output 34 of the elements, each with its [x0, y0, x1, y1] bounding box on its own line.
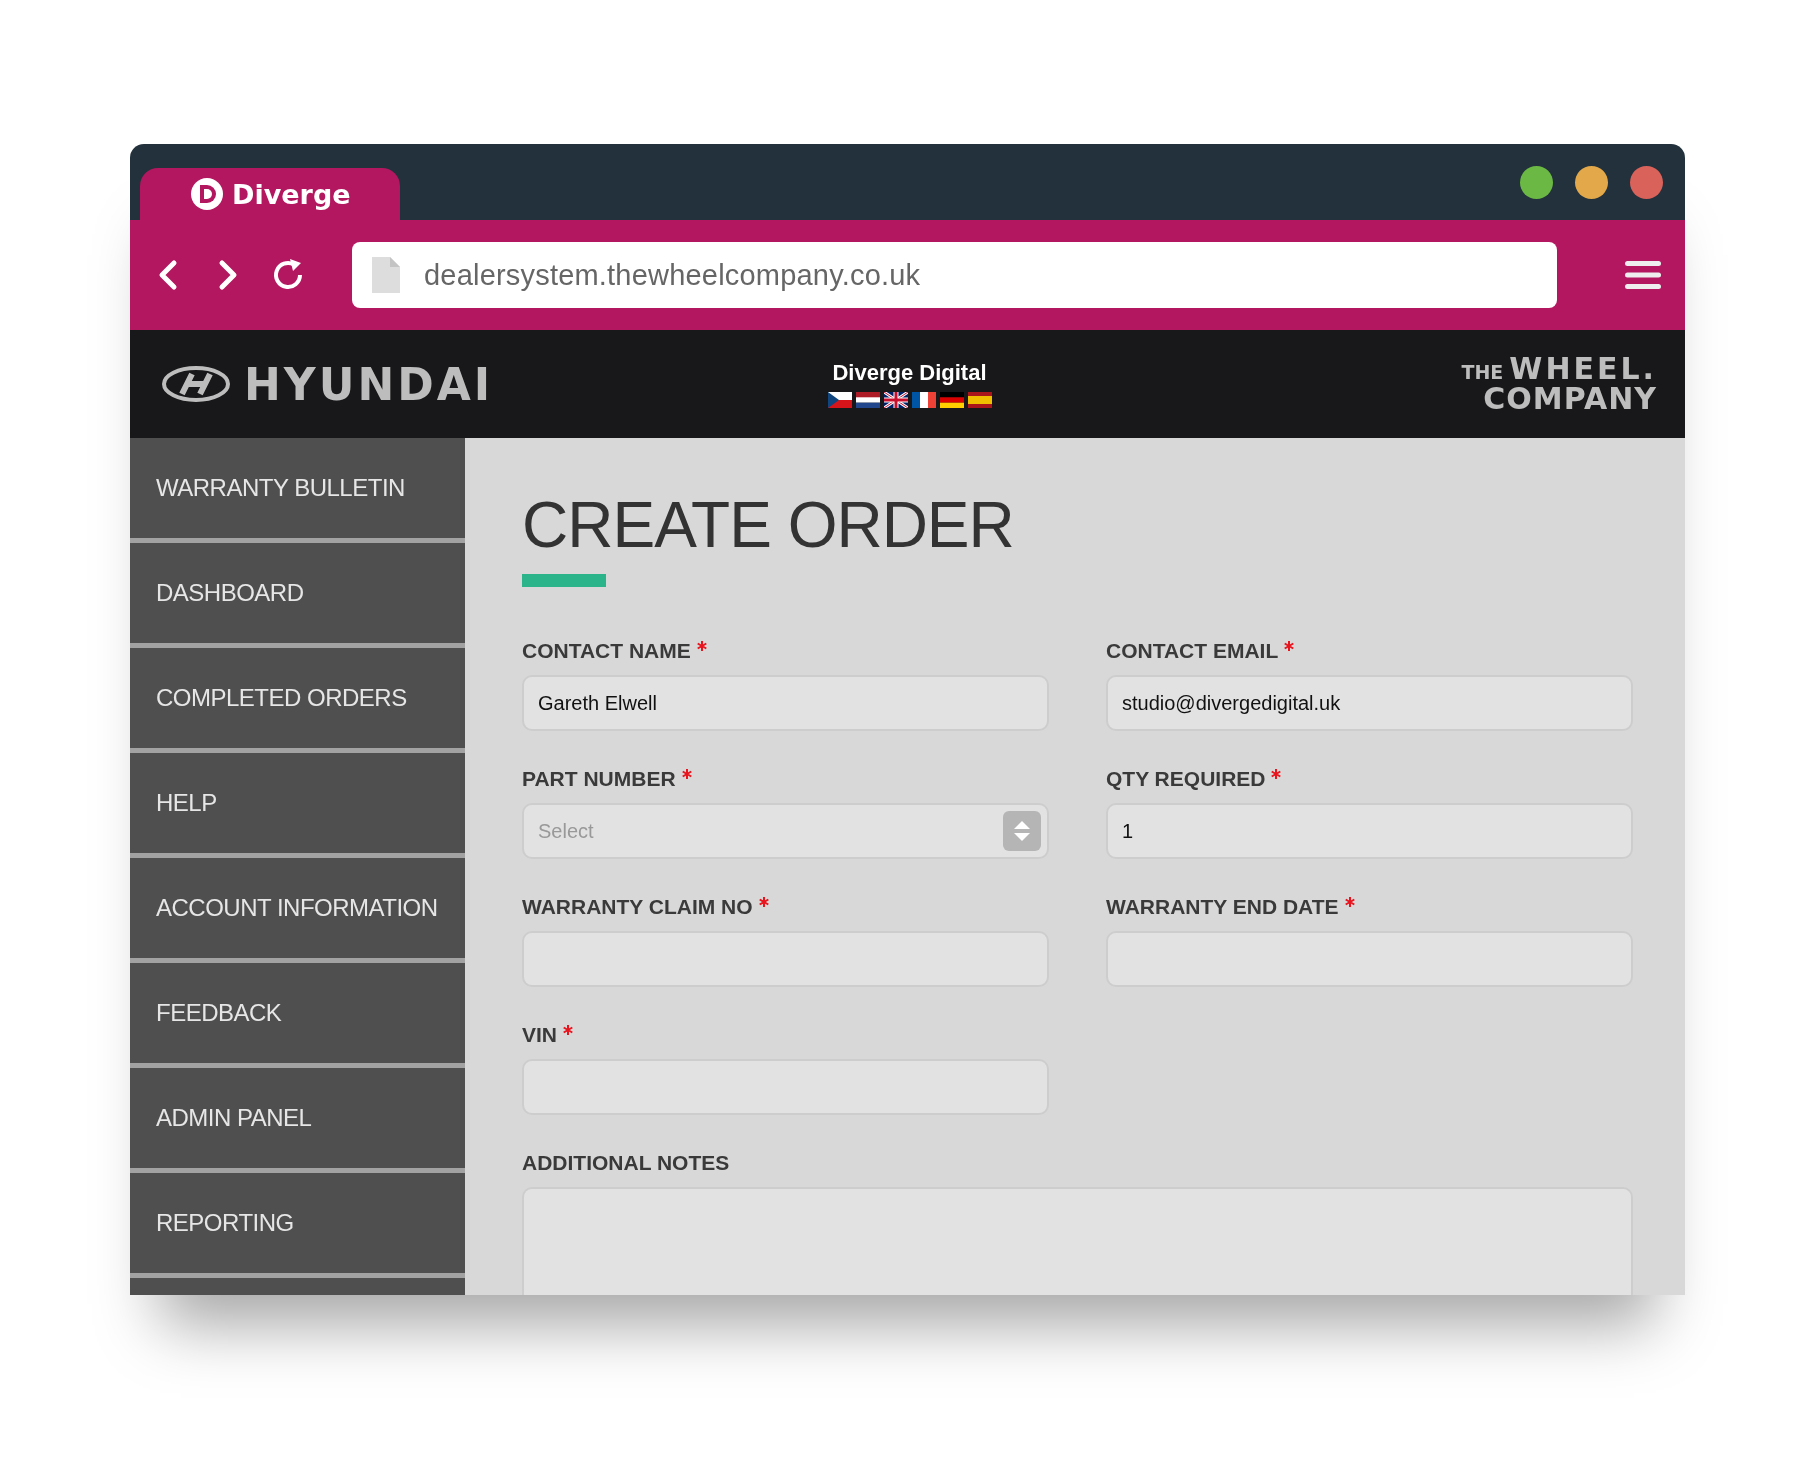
- input-field[interactable]: 1: [1106, 803, 1633, 860]
- logo-text: COMPANY: [1483, 384, 1657, 414]
- field-label: CONTACT NAME: [522, 639, 691, 664]
- address-bar[interactable]: dealersystem.thewheelcompany.co.uk: [352, 242, 1557, 308]
- flag-icon[interactable]: [883, 392, 908, 408]
- logo-text: THE: [1461, 363, 1504, 382]
- url-text: dealersystem.thewheelcompany.co.uk: [424, 258, 921, 292]
- logo-text: WHEEL.: [1509, 354, 1657, 384]
- flag-icon[interactable]: [939, 392, 964, 408]
- window-control-button[interactable]: [1575, 166, 1608, 199]
- flag-icon[interactable]: [827, 392, 852, 408]
- field-label: WARRANTY CLAIM NO: [522, 895, 753, 920]
- field-label: PART NUMBER: [522, 767, 676, 792]
- car-brand-emblem-icon: [162, 366, 230, 402]
- input-field[interactable]: Gareth Elwell: [522, 675, 1049, 732]
- site-title: Diverge Digital: [832, 360, 987, 386]
- menu-icon[interactable]: [1625, 259, 1661, 291]
- browser-tab[interactable]: Diverge: [140, 168, 400, 220]
- page-title: CREATE ORDER: [522, 490, 1014, 561]
- flag-icon[interactable]: [967, 392, 992, 408]
- field-label: VIN: [522, 1023, 557, 1048]
- flag-icon[interactable]: [855, 392, 880, 408]
- input-field[interactable]: studio@divergedigital.uk: [1106, 675, 1633, 732]
- field-label: QTY REQUIRED: [1106, 767, 1266, 792]
- page-icon: [372, 257, 400, 293]
- window-control-button[interactable]: [1520, 166, 1553, 199]
- window-control-button[interactable]: [1630, 166, 1663, 199]
- flag-icon[interactable]: [911, 392, 936, 408]
- diverge-logo-icon: [190, 177, 224, 211]
- stepper-icon: [1003, 811, 1041, 852]
- brand-logo-text: HYUNDAI: [244, 358, 494, 410]
- field-label: CONTACT EMAIL: [1106, 639, 1279, 664]
- field-label: ADDITIONAL NOTES: [522, 1151, 730, 1176]
- field-label: WARRANTY END DATE: [1106, 895, 1339, 920]
